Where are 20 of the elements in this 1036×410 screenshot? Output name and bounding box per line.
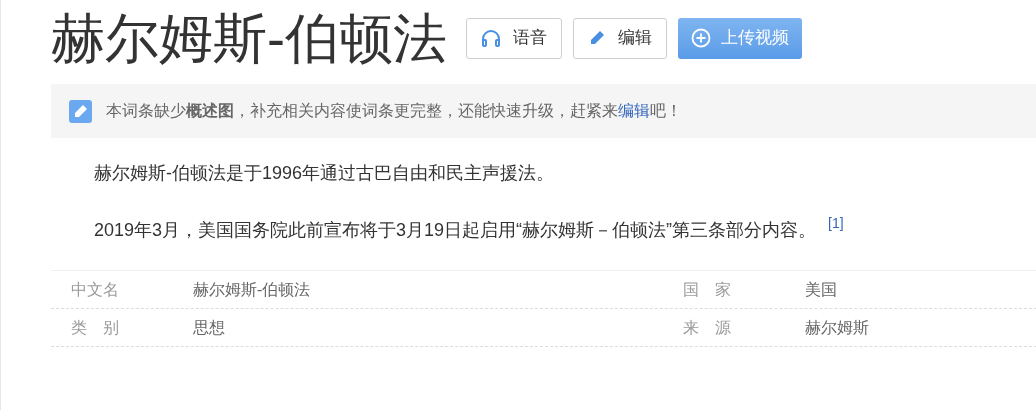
edit-button[interactable]: 编辑 [573, 17, 667, 59]
page-title: 赫尔姆斯-伯顿法 [51, 11, 447, 65]
paragraph-text: 赫尔姆斯-伯顿法是于1996年通过古巴自由和民主声援法。 [94, 162, 555, 185]
headphones-icon [481, 29, 501, 47]
info-label: 国 家 [682, 279, 732, 300]
notice-text: 本词条缺少概述图，补充相关内容使词条更完整，还能快速升级，赶紧来编辑吧！ [106, 101, 682, 121]
info-value: 赫尔姆斯-伯顿法 [193, 279, 311, 300]
info-label: 类 别 [70, 317, 120, 338]
reference-link[interactable]: [1] [828, 213, 844, 234]
audio-button[interactable]: 语音 [466, 17, 562, 59]
info-value: 美国 [805, 279, 837, 300]
info-label: 中文名 [70, 279, 120, 300]
pencil-icon [69, 99, 92, 123]
info-value: 赫尔姆斯 [805, 317, 869, 338]
pencil-icon [588, 29, 606, 47]
plus-circle-icon [691, 28, 711, 48]
info-label: 来 源 [682, 317, 732, 338]
info-value: 思想 [193, 317, 225, 338]
edit-link[interactable]: 编辑 [618, 102, 650, 119]
paragraph-text: 2019年3月，美国国务院此前宣布将于3月19日起启用“赫尔姆斯－伯顿法”第三条部分内容。 [94, 219, 817, 242]
